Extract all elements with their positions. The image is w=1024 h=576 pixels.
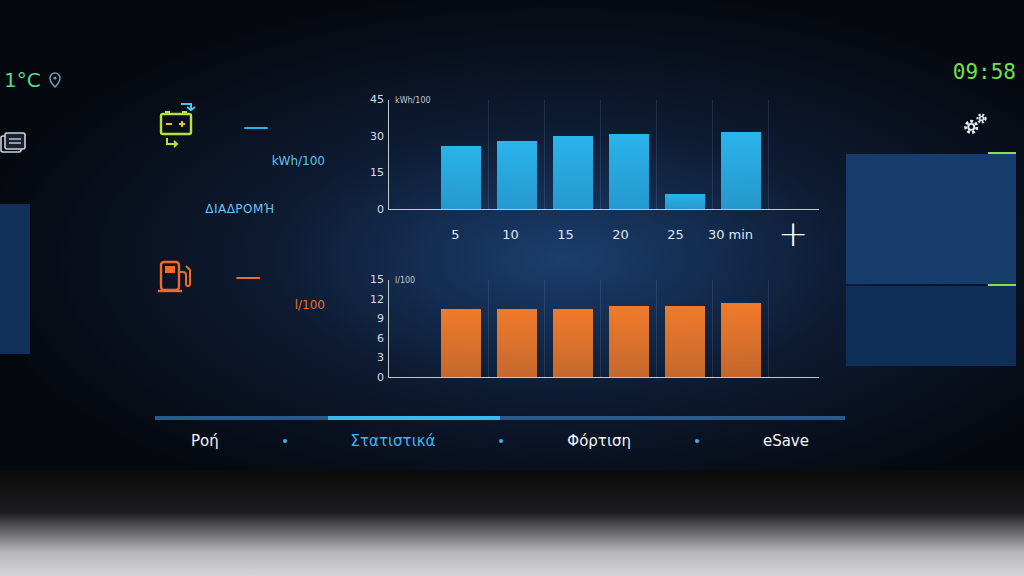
y-axis: 45 30 15 0 [350,94,388,216]
bar-slot [433,100,489,209]
axis-tick: 3 [377,352,384,364]
tab-separator [695,439,699,443]
plot-area: l/100 [388,280,819,378]
location-pin-icon [49,72,61,88]
bar[interactable] [665,306,705,377]
bar[interactable] [497,309,537,377]
fuel-value: — [235,263,261,289]
bar[interactable] [721,132,761,210]
bar-chart: 15129630l/100 [350,280,845,378]
bar[interactable] [441,309,481,377]
y-axis: 15 12 9 6 3 0 [350,274,388,384]
axis-tick: 0 [377,204,384,216]
charts: 4530150kWh/10051015202530 min+15129630l/… [350,0,845,416]
tab-separator [283,439,287,443]
add-button[interactable]: + [778,216,808,252]
screen: 1°C—kWh/100ΔΙΑΔΡΟΜΉ—l/1004530150kWh/1005… [0,0,1024,470]
tab[interactable]: Ροή [183,430,227,452]
bar-slot [601,280,657,377]
bar[interactable] [609,134,649,209]
axis-tick: 15 [370,274,384,286]
axis-tick: 45 [370,94,384,106]
electric-value: — [243,113,269,139]
bar-slot [433,280,489,377]
plot-area: kWh/100 [388,100,819,210]
bar[interactable] [721,303,761,377]
axis-tick: 30 [370,131,384,143]
x-label: 30 min [703,227,758,242]
bar-slot [601,100,657,209]
section-label: ΔΙΑΔΡΟΜΉ [205,202,275,216]
bar-slot [489,280,545,377]
temperature: 1°C [0,68,130,92]
left-strip: 1°C [0,0,130,416]
consumption-info: — kWh/100 ΔΙΑΔΡΟΜΉ — l/100 [130,0,350,416]
electric-consumption: — kWh/100 [155,100,325,168]
fuel-pump-icon [155,256,195,296]
x-label: 20 [593,227,648,242]
right-column: 09:58 [845,0,1024,416]
fuel-consumption: — l/100 [155,256,325,312]
bar[interactable] [497,141,537,209]
infotainment-photo: 1°C—kWh/100ΔΙΑΔΡΟΜΉ—l/1004530150kWh/1005… [0,0,1024,576]
axis-label: kWh/100 [395,96,431,105]
bar[interactable] [553,309,593,377]
bar-chart: 4530150kWh/100 [350,100,845,210]
bar-slot [657,280,713,377]
left-panel [0,204,30,354]
tab-indicator [155,416,845,420]
gear-icon[interactable] [960,110,990,140]
bar-slot [713,100,769,209]
axis-tick: 0 [377,372,384,384]
x-axis: 51015202530 min + [350,210,845,258]
x-label: 15 [538,227,593,242]
x-label: 5 [428,227,483,242]
tab[interactable]: Φόρτιση [559,430,639,452]
bar[interactable] [553,136,593,209]
fuel-unit: l/100 [295,298,325,312]
bar-slot [713,280,769,377]
bar-slot [545,280,601,377]
tab-separator [499,439,503,443]
battery-icon [155,100,203,152]
axis-label: l/100 [395,276,415,285]
screen-bezel [0,470,1024,576]
bar-slot [657,100,713,209]
bar-slot [489,100,545,209]
temperature-text: 1°C [4,68,41,92]
bar[interactable] [665,194,705,209]
menu-icon[interactable] [0,132,26,154]
bar[interactable] [441,146,481,209]
axis-tick: 12 [370,294,384,306]
side-panel [846,152,1016,366]
bar-slot [545,100,601,209]
x-label: 25 [648,227,703,242]
tab[interactable]: Στατιστικά [343,430,444,452]
axis-tick: 9 [377,313,384,325]
tab[interactable]: eSave [755,430,817,452]
bar[interactable] [609,306,649,377]
axis-tick: 15 [370,167,384,179]
x-label: 10 [483,227,538,242]
axis-tick: 6 [377,333,384,345]
clock: 09:58 [953,60,1016,84]
tab-bar: Ροή Στατιστικά Φόρτιση eSave [155,416,845,470]
electric-unit: kWh/100 [272,154,325,168]
